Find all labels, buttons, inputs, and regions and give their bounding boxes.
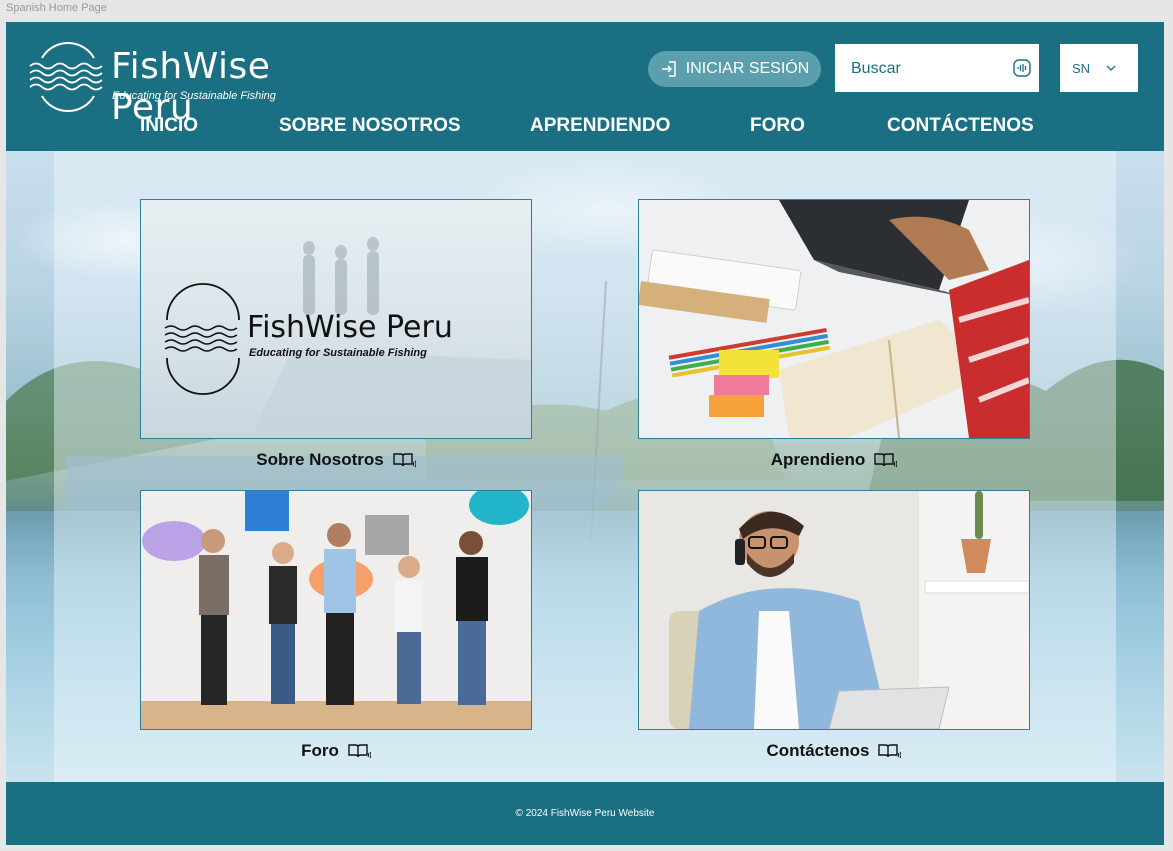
site-logo[interactable]: FishWise Peru Educating for Sustainable … (28, 40, 358, 128)
waves-logo-icon (29, 41, 103, 112)
card-logo-tagline: Educating for Sustainable Fishing (249, 347, 427, 359)
card-logo-name: FishWise Peru (247, 310, 453, 345)
search-input[interactable] (849, 56, 1003, 82)
read-aloud-icon[interactable] (347, 743, 371, 759)
man-on-phone-photo (639, 491, 1029, 729)
search-box (835, 44, 1039, 92)
card-image-sobre-nosotros: FishWise Peru Educating for Sustainable … (140, 199, 532, 439)
office-photo: FishWise Peru Educating for Sustainable … (164, 237, 531, 438)
login-button[interactable]: INICIAR SESIÓN (648, 51, 821, 87)
card-image-contactenos (638, 490, 1030, 730)
site-header: FishWise Peru Educating for Sustainable … (6, 22, 1164, 151)
frame-label: Spanish Home Page (6, 2, 107, 14)
card-title: Sobre Nosotros (256, 450, 384, 469)
people-speech-bubbles-photo (141, 491, 531, 729)
nav-item-inicio[interactable]: INICIO (140, 115, 198, 137)
read-aloud-icon[interactable] (392, 452, 416, 468)
card-label-foro: Foro (140, 741, 532, 761)
main-nav: INICIO SOBRE NOSOTROS APRENDIENDO FORO C… (6, 113, 1164, 145)
nav-item-contactenos[interactable]: CONTÁCTENOS (887, 115, 1034, 137)
login-icon (661, 61, 676, 77)
card-label-aprendieno: Aprendieno (638, 450, 1030, 470)
nav-item-foro[interactable]: FORO (750, 115, 805, 137)
brand-tagline: Educating for Sustainable Fishing (112, 90, 276, 102)
read-aloud-icon[interactable] (873, 452, 898, 468)
card-label-contactenos: Contáctenos (638, 741, 1030, 761)
card-label-sobre-nosotros: Sobre Nosotros (140, 450, 532, 470)
login-label: INICIAR SESIÓN (685, 60, 810, 77)
nav-item-aprendiendo[interactable]: APRENDIENDO (530, 115, 670, 137)
footer-copyright: © 2024 FishWise Peru Website (515, 808, 655, 819)
page-frame: FishWise Peru Educating for Sustainable … (6, 22, 1164, 845)
chevron-down-icon (1106, 65, 1116, 71)
language-value: SN (1072, 60, 1091, 76)
card-title: Foro (301, 741, 339, 760)
language-select[interactable]: SN (1060, 44, 1138, 92)
site-footer: © 2024 FishWise Peru Website (6, 782, 1164, 845)
hero-section: FishWise Peru Educating for Sustainable … (6, 151, 1164, 782)
card-title: Contáctenos (766, 741, 870, 760)
voice-icon[interactable] (1013, 59, 1031, 77)
nav-item-sobre-nosotros[interactable]: SOBRE NOSOTROS (279, 115, 461, 137)
card-title: Aprendieno (770, 450, 866, 469)
card-image-aprendieno (638, 199, 1030, 439)
card-image-foro (140, 490, 532, 730)
study-desk-photo (639, 200, 1029, 438)
read-aloud-icon[interactable] (877, 743, 902, 759)
